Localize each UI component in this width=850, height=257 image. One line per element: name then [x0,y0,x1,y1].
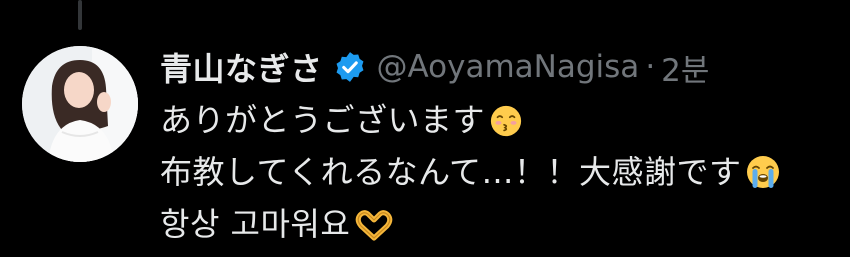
verified-badge-icon [333,50,367,84]
tweet-header: 青山なぎさ @AoyamaNagisa · 2분 [160,42,840,92]
tweet-line-text: 항상 고마워요 [160,205,351,243]
tweet-line-text: ありがとうございます [160,101,486,139]
tweet-line-2: 布教してくれるなんて…！！大感謝です [160,146,840,198]
separator-dot: · [645,49,656,85]
heart-hands-icon [354,205,394,257]
loudly-crying-face-icon [745,153,781,205]
tweet-line-1: ありがとうございます [160,94,840,146]
timestamp[interactable]: 2분 [661,45,709,90]
tweet-text: ありがとうございます 布教してくれるなんて…！！大感謝です 항상 고마워요 [160,94,840,250]
avatar[interactable] [22,46,138,162]
user-handle[interactable]: @AoyamaNagisa [377,49,640,85]
tweet[interactable]: 青山なぎさ @AoyamaNagisa · 2분 ありがとうございます 布教して… [160,42,840,250]
thread-connector-line [78,0,82,30]
display-name[interactable]: 青山なぎさ [160,44,323,90]
tweet-line-3: 항상 고마워요 [160,198,840,250]
tweet-line-text: 布教してくれるなんて…！！大感謝です [160,153,742,191]
